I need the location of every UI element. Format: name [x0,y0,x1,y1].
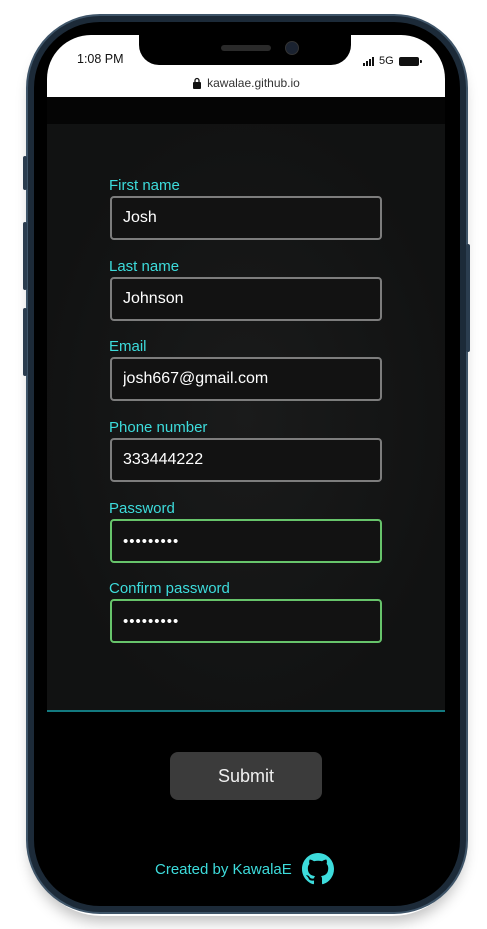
last-name-input[interactable] [110,277,382,321]
mute-switch [23,156,27,190]
page-top-strip [47,97,445,124]
github-icon[interactable] [301,853,334,885]
email-input[interactable] [110,357,382,401]
status-bar: 1:08 PM 5G kawalae.github.io [47,35,445,97]
phone-number-input[interactable] [110,438,382,482]
url-text: kawalae.github.io [207,76,300,90]
status-time: 1:08 PM [77,52,124,66]
last-name-label: Last name [109,258,180,275]
footer-credit: Created by KawalaE [155,860,292,878]
confirm-password-input[interactable] [110,599,382,643]
email-label: Email [109,338,147,355]
password-label: Password [109,500,175,517]
system-icons: 5G [363,55,422,67]
address-bar[interactable]: kawalae.github.io [47,73,445,93]
phone-number-label: Phone number [109,419,208,436]
form-divider [47,710,445,712]
volume-down-button [23,308,27,376]
first-name-input[interactable] [110,196,382,240]
power-button [466,244,470,352]
signal-icon [363,56,374,66]
submit-button[interactable]: Submit [170,752,322,800]
phone-screen: 1:08 PM 5G kawalae.github.io First name … [47,35,445,895]
speaker-grille [221,45,271,51]
first-name-label: First name [109,177,180,194]
battery-icon [398,56,422,66]
footer: Created by KawalaE [155,852,334,886]
network-type: 5G [379,55,394,67]
password-input[interactable] [110,519,382,563]
confirm-password-label: Confirm password [109,580,230,597]
lock-icon [193,77,202,89]
volume-up-button [23,222,27,290]
camera-icon [285,41,299,55]
